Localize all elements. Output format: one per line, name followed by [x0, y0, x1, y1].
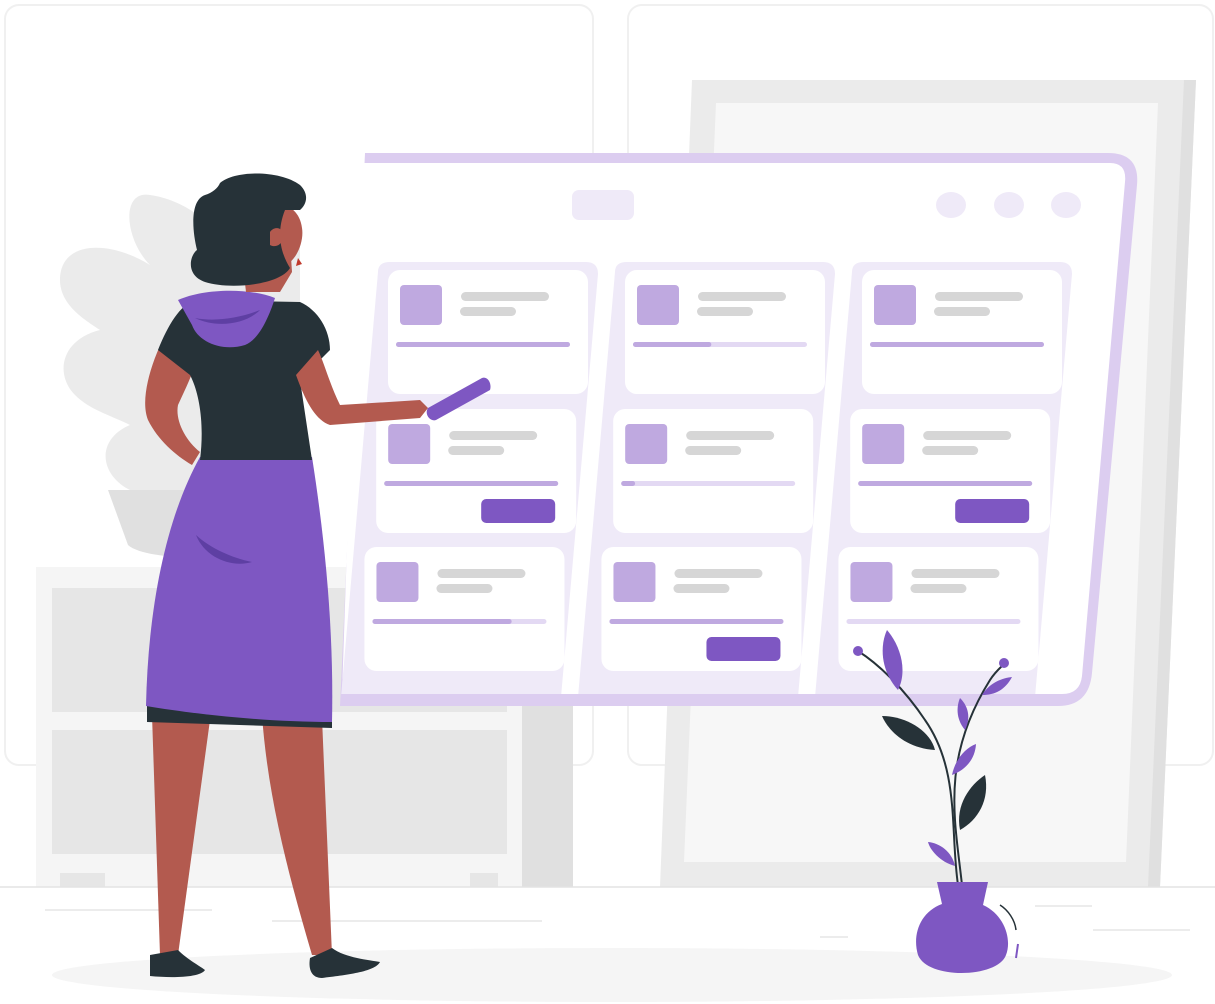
- window-dot: [936, 192, 966, 218]
- board-column: [578, 262, 835, 694]
- card-progress-fill: [870, 342, 1044, 347]
- card-progress-fill: [396, 342, 570, 347]
- card-progress-fill: [372, 619, 512, 624]
- window-controls: [936, 192, 1081, 218]
- card-title-line: [911, 569, 1000, 578]
- card-thumbnail: [613, 562, 656, 602]
- card-progress-track: [846, 619, 1021, 624]
- card-thumbnail: [400, 285, 442, 325]
- card-progress-fill: [384, 481, 559, 486]
- card-thumbnail: [850, 562, 893, 602]
- card-subtitle-line: [934, 307, 990, 316]
- card-title-line: [698, 292, 786, 301]
- card-subtitle-line: [436, 584, 493, 593]
- card-subtitle-line: [448, 446, 505, 455]
- card-thumbnail: [862, 424, 905, 464]
- task-card: [613, 409, 814, 533]
- card-title-line: [674, 569, 763, 578]
- task-card: [364, 547, 565, 671]
- card-thumbnail: [388, 424, 431, 464]
- card-subtitle-line: [673, 584, 730, 593]
- card-progress-fill: [621, 481, 636, 486]
- window-dot: [994, 192, 1024, 218]
- task-card: [862, 270, 1062, 394]
- card-action-button: [955, 499, 1030, 523]
- card-subtitle-line: [697, 307, 753, 316]
- kanban-illustration: [0, 4, 1215, 1002]
- card-title-line: [686, 431, 775, 440]
- card-title-line: [437, 569, 526, 578]
- card-title-line: [449, 431, 538, 440]
- card-subtitle-line: [922, 446, 979, 455]
- board-title-bar: [572, 190, 634, 220]
- task-card: [838, 547, 1039, 671]
- card-progress-fill: [858, 481, 1033, 486]
- card-title-line: [923, 431, 1012, 440]
- card-thumbnail: [637, 285, 679, 325]
- card-title-line: [461, 292, 549, 301]
- card-subtitle-line: [460, 307, 516, 316]
- board-columns: [341, 262, 1072, 694]
- card-thumbnail: [376, 562, 419, 602]
- board-column: [815, 262, 1072, 694]
- task-card: [601, 547, 802, 671]
- illustration-stage: [0, 0, 1215, 1004]
- window-dot: [1051, 192, 1081, 218]
- card-progress-track: [621, 481, 796, 486]
- task-card: [376, 409, 577, 533]
- card-action-button: [481, 499, 556, 523]
- card-subtitle-line: [685, 446, 742, 455]
- card-thumbnail: [625, 424, 668, 464]
- card-thumbnail: [874, 285, 916, 325]
- card-action-button: [706, 637, 781, 661]
- floor-marks: [45, 905, 1190, 938]
- card-title-line: [935, 292, 1023, 301]
- board-column: [341, 262, 598, 694]
- kanban-board: [340, 153, 1138, 706]
- card-progress-fill: [609, 619, 784, 624]
- task-card: [625, 270, 825, 394]
- card-subtitle-line: [910, 584, 967, 593]
- vase: [916, 882, 1009, 974]
- card-progress-fill: [633, 342, 712, 347]
- task-card: [850, 409, 1051, 533]
- task-card: [388, 270, 588, 394]
